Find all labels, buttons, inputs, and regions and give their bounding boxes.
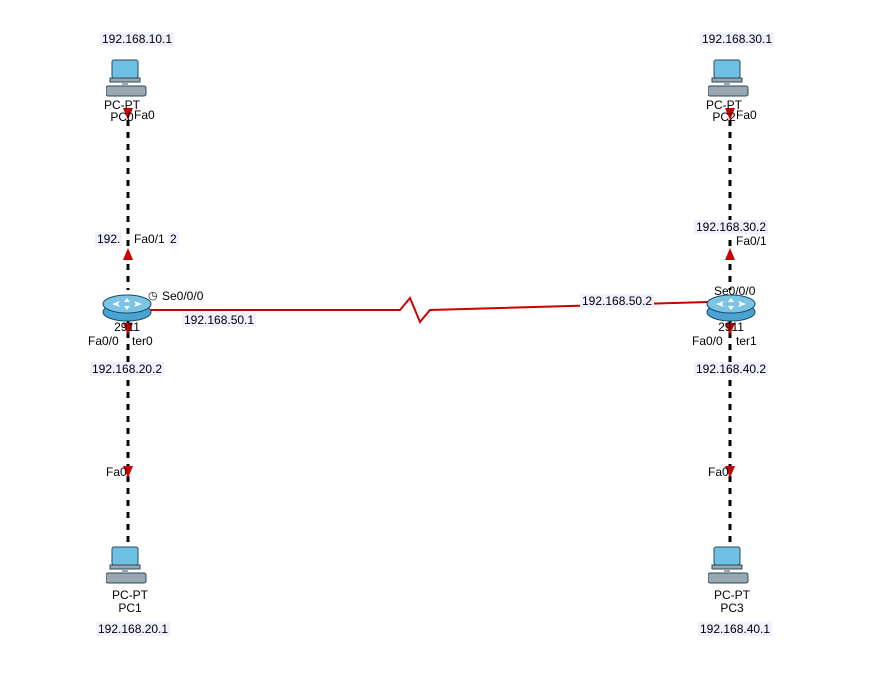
r0-fa01-ip-suffix: 2 <box>168 232 179 246</box>
pc1-name-label: PC1 <box>106 601 154 615</box>
pc2-iface-label: Fa0 <box>734 108 759 122</box>
r1-fa01-label: Fa0/1 <box>734 234 769 248</box>
pc2-device[interactable] <box>708 58 752 103</box>
pc0-iface-label: Fa0 <box>132 108 157 122</box>
pc0-ip-label: 192.168.10.1 <box>100 32 174 46</box>
r1-name-label-suffix: ter1 <box>734 334 759 348</box>
pc1-device[interactable] <box>106 545 150 590</box>
r0-fa00-ip: 192.168.20.2 <box>90 362 164 376</box>
r1-se-ip: 192.168.50.2 <box>580 294 654 308</box>
pc-icon <box>106 58 150 98</box>
r1-fa00-ip: 192.168.40.2 <box>694 362 768 376</box>
r1-fa01-ip: 192.168.30.2 <box>694 220 768 234</box>
pc1-ip-label: 192.168.20.1 <box>96 622 170 636</box>
pc1-type-label: PC-PT <box>106 588 154 602</box>
topology-canvas[interactable]: 192.168.10.1 PC-PT PC0 Fa0 192.168.30.1 … <box>0 0 895 675</box>
pc3-iface-label: Fa0 <box>706 465 731 479</box>
r0-fa01-ip-prefix: 192. <box>95 232 122 246</box>
r0-model-label: 2911 <box>108 320 146 334</box>
r0-se-ip: 192.168.50.1 <box>182 313 256 327</box>
r0-fa01-label: Fa0/1 <box>132 232 167 246</box>
pc3-ip-label: 192.168.40.1 <box>698 622 772 636</box>
r1-model-label: 2911 <box>712 320 750 334</box>
pc0-device[interactable] <box>106 58 150 103</box>
pc1-iface-label: Fa0 <box>104 465 129 479</box>
router-icon <box>102 292 152 322</box>
pc3-name-label: PC3 <box>708 601 756 615</box>
pc3-device[interactable] <box>708 545 752 590</box>
pc-icon <box>106 545 150 585</box>
r0-name-label-suffix: ter0 <box>130 334 155 348</box>
r1-fa00-label: Fa0/0 <box>690 334 725 348</box>
pc-icon <box>708 545 752 585</box>
pc3-type-label: PC-PT <box>708 588 756 602</box>
router-icon <box>706 292 756 322</box>
r0-fa00-label: Fa0/0 <box>86 334 121 348</box>
pc2-ip-label: 192.168.30.1 <box>700 32 774 46</box>
pc-icon <box>708 58 752 98</box>
r0-se-label: Se0/0/0 <box>160 289 205 303</box>
